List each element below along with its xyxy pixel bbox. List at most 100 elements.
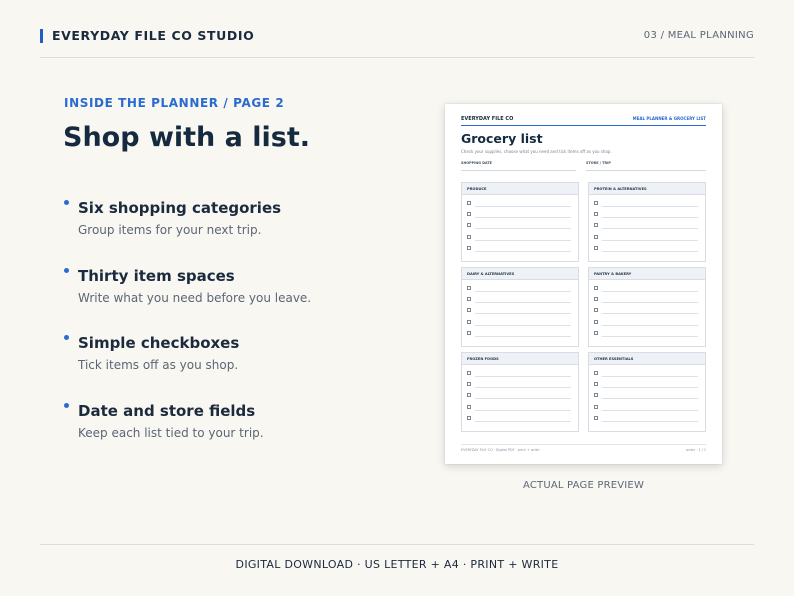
write-line [602, 291, 698, 292]
write-line [475, 398, 571, 400]
checkbox-row [594, 283, 700, 294]
checkbox-row [594, 368, 700, 379]
checkbox-row [467, 305, 573, 316]
write-line [475, 217, 571, 218]
preview-brand: EVERYDAY FILE CO [461, 116, 514, 122]
category-title: OTHER ESSENTIALS [589, 353, 705, 365]
category-items [462, 195, 578, 254]
category-other: OTHER ESSENTIALS [588, 352, 706, 432]
checkbox-icon [467, 245, 471, 250]
brand-accent-bar [40, 29, 43, 43]
category-produce: PRODUCE [461, 182, 579, 262]
footer-divider [40, 544, 754, 545]
write-line [602, 420, 698, 422]
checkbox-row [467, 379, 573, 390]
grocery-list-preview: EVERYDAY FILE CO MEAL PLANNER & GROCERY … [445, 104, 722, 464]
checkbox-row [594, 379, 700, 390]
checkbox-row [467, 209, 573, 220]
checkbox-row [594, 402, 700, 413]
checkbox-icon [467, 234, 471, 239]
checkbox-row [594, 198, 700, 209]
checkbox-row [594, 390, 700, 401]
checkbox-row [467, 317, 573, 328]
category-title: FROZEN FOODS [462, 353, 578, 365]
write-line [602, 250, 698, 252]
write-line [475, 324, 571, 326]
field-label: SHOPPING DATE [461, 161, 492, 165]
category-items [589, 195, 705, 254]
write-line [602, 376, 698, 377]
checkbox-row [467, 368, 573, 379]
checkbox-row [594, 413, 700, 424]
checkbox-icon [594, 201, 598, 205]
field-label: STORE / TRIP [586, 161, 611, 165]
checkbox-row [594, 294, 700, 305]
category-title: DAIRY & ALTERNATIVES [462, 268, 578, 280]
checkbox-icon [467, 382, 471, 387]
checkbox-icon [594, 415, 598, 420]
checkbox-icon [594, 382, 598, 387]
write-line [475, 409, 571, 411]
checkbox-icon [594, 212, 598, 217]
checkbox-icon [467, 223, 471, 228]
write-line [602, 387, 698, 388]
checkbox-icon [594, 319, 598, 324]
checkbox-icon [594, 297, 598, 302]
category-title: PRODUCE [462, 183, 578, 195]
write-line [475, 302, 571, 303]
checkbox-row [467, 328, 573, 339]
bullet-icon [64, 335, 69, 340]
checkbox-icon [594, 245, 598, 250]
preview-footer-right: order · 1 / 1 [686, 448, 706, 452]
write-line [475, 335, 571, 337]
write-line [475, 313, 571, 315]
checkbox-icon [594, 393, 598, 398]
category-items [462, 280, 578, 339]
checkbox-row [594, 328, 700, 339]
checkbox-row [467, 220, 573, 231]
feature-title: Date and store fields [78, 401, 256, 420]
checkbox-icon [594, 308, 598, 313]
write-line [475, 250, 571, 252]
checkbox-icon [467, 371, 471, 375]
checkbox-row [467, 198, 573, 209]
category-protein: PROTEIN & ALTERNATIVES [588, 182, 706, 262]
write-line [475, 291, 571, 292]
write-line [475, 239, 571, 241]
preview-subtitle: Check your supplies, choose what you nee… [461, 149, 612, 154]
category-items [589, 280, 705, 339]
feature-item: Simple checkboxes Tick items off as you … [64, 333, 404, 401]
checkbox-icon [594, 286, 598, 290]
write-line [602, 302, 698, 303]
write-line [602, 217, 698, 218]
checkbox-row [467, 390, 573, 401]
header-divider [40, 57, 754, 58]
footer-text: DIGITAL DOWNLOAD · US LETTER + A4 · PRIN… [235, 558, 559, 571]
field-line [461, 170, 576, 171]
preview-footer-rule [461, 444, 706, 445]
write-line [475, 206, 571, 207]
page-header: EVERYDAY FILE CO STUDIO 03 / MEAL PLANNI… [40, 28, 754, 46]
checkbox-row [467, 402, 573, 413]
checkbox-row [594, 209, 700, 220]
checkbox-row [594, 220, 700, 231]
checkbox-icon [467, 308, 471, 313]
page-title: Shop with a list. [63, 122, 311, 153]
feature-title: Simple checkboxes [78, 334, 240, 352]
checkbox-icon [594, 404, 598, 409]
write-line [602, 324, 698, 326]
preview-caption: ACTUAL PAGE PREVIEW [522, 480, 645, 491]
shopping-date-field: SHOPPING DATE [461, 161, 576, 171]
write-line [475, 376, 571, 377]
category-frozen: FROZEN FOODS [461, 352, 579, 432]
preview-section: MEAL PLANNER & GROCERY LIST [632, 116, 706, 121]
write-line [602, 409, 698, 411]
checkbox-icon [467, 212, 471, 217]
category-items [589, 365, 705, 424]
checkbox-icon [594, 330, 598, 335]
feature-title: Six shopping categories [78, 199, 282, 217]
store-trip-field: STORE / TRIP [586, 161, 706, 171]
checkbox-row [594, 243, 700, 254]
bullet-icon [64, 402, 69, 408]
checkbox-row [594, 232, 700, 243]
